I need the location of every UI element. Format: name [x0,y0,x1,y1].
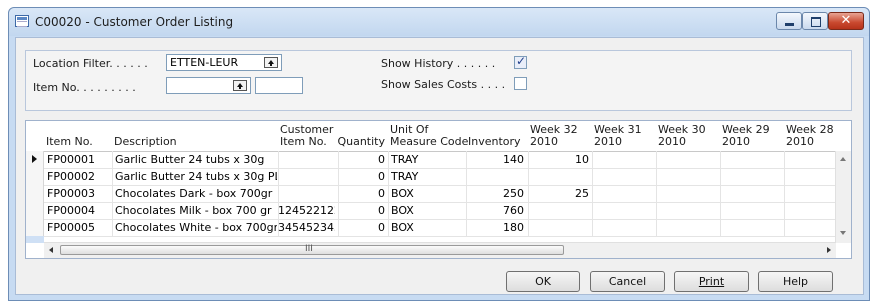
column-header-item-no[interactable]: Item No. [44,121,112,151]
cell-week32[interactable]: 10 [528,151,589,168]
column-header-customer-item-no[interactable]: Customer Item No. [278,121,338,151]
row-selector[interactable] [26,219,44,236]
item-no-field[interactable] [166,77,251,94]
background-edge [0,0,8,302]
close-icon: ✕ [840,13,852,28]
table-window-icon [15,15,29,27]
maximize-icon [811,17,821,27]
scroll-right-icon[interactable] [827,247,831,253]
table-row[interactable]: FP00003 Chocolates Dark - box 700gr 0 BO… [26,185,851,203]
cell-uom[interactable]: BOX [391,202,465,219]
column-header-quantity[interactable]: Quantity [337,121,388,151]
location-filter-label: Location Filter. . . . . . [33,57,148,70]
table-row[interactable]: FP00005 Chocolates White - box 700gr 345… [26,219,851,237]
cell-item-no[interactable]: FP00002 [47,168,111,185]
location-filter-value: ETTEN-LEUR [170,56,239,69]
cell-quantity[interactable]: 0 [338,219,385,236]
grid-header: Item No. Description Customer Item No. Q… [26,121,851,152]
item-no-secondary-field[interactable] [255,77,303,94]
item-no-label: Item No. . . . . . . . . [33,81,136,94]
cell-quantity[interactable]: 0 [338,168,385,185]
cell-customer-item-no[interactable]: 124522122 [278,202,335,219]
cell-inventory[interactable]: 180 [466,219,524,236]
cell-customer-item-no[interactable] [281,151,337,168]
cell-inventory[interactable]: 250 [466,185,524,202]
row-selector[interactable] [26,151,44,168]
scroll-grip: III [305,244,313,254]
cell-item-no[interactable]: FP00004 [47,202,111,219]
cell-customer-item-no[interactable]: 345452343 [278,219,335,236]
cell-quantity[interactable]: 0 [338,185,385,202]
close-button[interactable]: ✕ [828,12,864,30]
cell-quantity[interactable]: 0 [338,151,385,168]
maximize-button[interactable] [802,12,828,30]
help-button[interactable]: Help [758,271,833,292]
location-filter-field[interactable]: ETTEN-LEUR [166,54,282,71]
cell-customer-item-no[interactable] [281,168,337,185]
column-header-uom[interactable]: Unit Of Measure Code [388,121,468,151]
vertical-scrollbar[interactable] [835,151,851,243]
cell-item-no[interactable]: FP00005 [47,219,111,236]
show-history-label: Show History . . . . . . [381,57,496,70]
column-header-week28[interactable]: Week 28 2010 [784,121,836,151]
cell-description[interactable]: Chocolates Milk - box 700 gr [115,202,277,219]
minimize-button[interactable] [776,12,802,30]
scroll-down-icon[interactable] [840,231,846,235]
filter-panel: Location Filter. . . . . . ETTEN-LEUR It… [25,50,852,111]
column-header-week32[interactable]: Week 32 2010 [528,121,592,151]
table-row[interactable]: FP00004 Chocolates Milk - box 700 gr 124… [26,202,851,220]
scroll-left-icon[interactable] [49,247,53,253]
cell-quantity[interactable]: 0 [338,202,385,219]
print-button-label: Print [698,275,725,288]
row-selector[interactable] [26,185,44,202]
lookup-icon[interactable] [264,57,278,68]
cell-item-no[interactable]: FP00003 [47,185,111,202]
window-title: C00020 - Customer Order Listing [35,15,234,29]
cell-description[interactable]: Garlic Butter 24 tubs x 30g PL [115,168,277,185]
show-sales-costs-label: Show Sales Costs . . . . [381,78,506,91]
horizontal-scroll-thumb[interactable]: III [60,244,564,255]
column-header-week30[interactable]: Week 30 2010 [656,121,720,151]
column-header-week29[interactable]: Week 29 2010 [720,121,784,151]
cell-uom[interactable]: BOX [391,219,465,236]
cell-uom[interactable]: TRAY [391,168,465,185]
print-button[interactable]: Print [674,271,749,292]
title-bar[interactable]: C00020 - Customer Order Listing ✕ [9,8,869,36]
customer-order-listing-window: C00020 - Customer Order Listing ✕ Locati… [8,7,870,301]
row-selector[interactable] [26,202,44,219]
cell-week32[interactable] [528,202,589,219]
ok-button[interactable]: OK [506,271,580,292]
cell-week32[interactable]: 25 [528,185,589,202]
cell-item-no[interactable]: FP00001 [47,151,111,168]
minimize-icon [785,23,794,26]
column-header-week31[interactable]: Week 31 2010 [592,121,656,151]
cell-inventory[interactable] [466,168,524,185]
cell-week32[interactable] [528,168,589,185]
order-lines-grid: Item No. Description Customer Item No. Q… [25,120,852,259]
cell-description[interactable]: Chocolates Dark - box 700gr [115,185,277,202]
row-selector[interactable] [26,168,44,185]
cell-uom[interactable]: BOX [391,185,465,202]
cell-week32[interactable] [528,219,589,236]
new-row-indicator[interactable] [26,236,44,243]
cell-description[interactable]: Garlic Butter 24 tubs x 30g [115,151,277,168]
table-row[interactable]: FP00002 Garlic Butter 24 tubs x 30g PL 0… [26,168,851,186]
column-header-inventory[interactable]: Inventory [466,121,528,151]
cell-inventory[interactable]: 140 [466,151,524,168]
scroll-up-icon[interactable] [840,157,846,161]
column-header-description[interactable]: Description [112,121,278,151]
table-row[interactable]: FP00001 Garlic Butter 24 tubs x 30g 0 TR… [26,151,851,169]
cell-description[interactable]: Chocolates White - box 700gr [115,219,277,236]
form-client-area: Location Filter. . . . . . ETTEN-LEUR It… [15,37,864,295]
show-sales-costs-checkbox[interactable] [514,77,527,90]
cell-inventory[interactable]: 760 [466,202,524,219]
show-history-checkbox[interactable] [514,54,527,69]
lookup-icon[interactable] [233,80,247,91]
cancel-button[interactable]: Cancel [590,271,665,292]
cell-uom[interactable]: TRAY [391,151,465,168]
horizontal-scrollbar[interactable]: III [44,242,836,258]
cell-customer-item-no[interactable] [281,185,337,202]
current-row-arrow-icon [32,155,37,163]
